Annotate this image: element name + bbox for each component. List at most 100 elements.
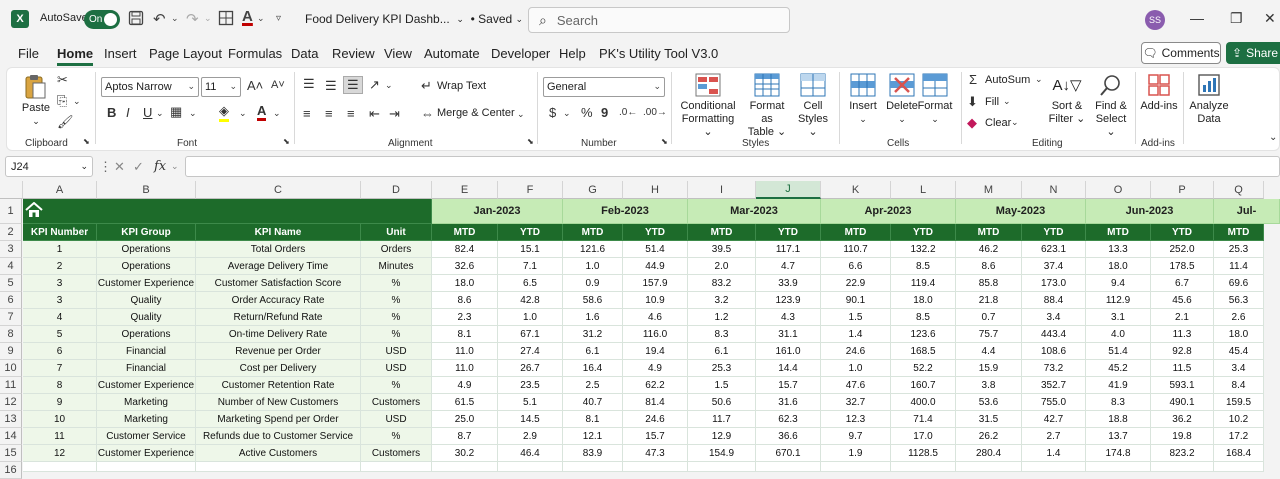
cell-styles-button[interactable]: Cell Styles ⌄ [793,72,833,139]
table-cell[interactable]: 161.0 [756,343,821,360]
table-cell[interactable]: 8.4 [1214,377,1264,394]
row-header-16[interactable]: 16 [0,462,22,479]
table-cell[interactable]: 4.6 [623,309,688,326]
empty-cell[interactable] [1022,462,1086,472]
avatar[interactable]: SS [1145,10,1165,30]
empty-cell[interactable] [688,462,756,472]
row-header-13[interactable]: 13 [0,411,22,428]
table-cell[interactable]: 14.4 [756,360,821,377]
table-cell[interactable]: 6.7 [1151,275,1214,292]
format-cells-button[interactable]: Format ⌄ [915,72,955,126]
table-cell[interactable]: 8.7 [432,428,498,445]
sort-filter-button[interactable]: A↓▽ Sort & Filter ⌄ [1045,72,1089,126]
table-cell[interactable]: 4.7 [756,258,821,275]
table-cell[interactable]: 30.2 [432,445,498,462]
table-cell[interactable]: 18.0 [891,292,956,309]
tab-view[interactable]: View [384,46,412,61]
table-cell[interactable]: 5 [23,326,97,343]
empty-cell[interactable] [97,462,196,472]
table-cell[interactable]: 41.9 [1086,377,1151,394]
row-header-3[interactable]: 3 [0,241,22,258]
table-cell[interactable]: 2.5 [563,377,623,394]
fill-color-icon[interactable]: ◈ [219,103,229,122]
align-left-icon[interactable]: ≡ [303,106,311,121]
table-cell[interactable]: USD [361,411,432,428]
table-cell[interactable]: Customer Satisfaction Score [196,275,361,292]
comma-style-icon[interactable]: 9 [601,105,608,120]
merge-center-label[interactable]: Merge & Center [437,107,515,119]
table-cell[interactable]: Minutes [361,258,432,275]
empty-cell[interactable] [361,462,432,472]
align-bottom-icon[interactable]: ☰ [343,76,363,94]
italic-icon[interactable]: I [126,105,130,120]
table-cell[interactable]: 45.6 [1151,292,1214,309]
table-cell[interactable]: 58.6 [563,292,623,309]
table-cell[interactable]: 92.8 [1151,343,1214,360]
find-select-button[interactable]: Find & Select ⌄ [1091,72,1131,139]
table-cell[interactable]: 14.5 [498,411,563,428]
empty-cell[interactable] [563,462,623,472]
copy-icon[interactable]: ⎘ [57,93,67,109]
table-cell[interactable]: 85.8 [956,275,1022,292]
table-cell[interactable]: 19.4 [623,343,688,360]
table-cell[interactable]: Return/Refund Rate [196,309,361,326]
redo-icon[interactable]: ↷ [186,10,199,28]
minimize-icon[interactable]: — [1190,10,1204,26]
table-cell[interactable]: 12 [23,445,97,462]
table-cell[interactable]: 7.1 [498,258,563,275]
tab-file[interactable]: File [18,46,39,61]
table-cell[interactable]: 2.6 [1214,309,1264,326]
orientation-icon[interactable]: ↗ [369,77,380,93]
table-cell[interactable]: 112.9 [1086,292,1151,309]
table-cell[interactable]: Number of New Customers [196,394,361,411]
increase-font-icon[interactable]: A˄ [247,78,263,93]
table-cell[interactable]: 8.1 [563,411,623,428]
table-cell[interactable]: 8.6 [432,292,498,309]
table-cell[interactable]: 2.3 [432,309,498,326]
table-cell[interactable]: Revenue per Order [196,343,361,360]
table-cell[interactable]: Customers [361,445,432,462]
row-header-2[interactable]: 2 [0,224,22,241]
table-cell[interactable]: 8.1 [432,326,498,343]
enter-icon[interactable]: ✓ [133,159,144,175]
table-cell[interactable]: USD [361,343,432,360]
empty-cell[interactable] [956,462,1022,472]
percent-icon[interactable]: % [581,105,593,120]
table-cell[interactable]: 50.6 [688,394,756,411]
empty-cell[interactable] [623,462,688,472]
tab-pk-s-utility-tool-v3-0[interactable]: PK's Utility Tool V3.0 [599,46,718,61]
table-cell[interactable]: 11.3 [1151,326,1214,343]
clear-dropdown-icon[interactable]: ⌄ [1011,117,1019,128]
column-header-h[interactable]: H [623,181,688,199]
wrap-text-label[interactable]: Wrap Text [437,80,486,92]
table-cell[interactable]: % [361,428,432,445]
autosave-toggle[interactable]: On [84,10,120,29]
table-cell[interactable]: 32.7 [821,394,891,411]
table-cell[interactable]: 1128.5 [891,445,956,462]
table-cell[interactable]: Average Delivery Time [196,258,361,275]
table-cell[interactable]: 11.4 [1214,258,1264,275]
table-cell[interactable]: 53.6 [956,394,1022,411]
table-cell[interactable]: Financial [97,360,196,377]
table-cell[interactable]: 623.1 [1022,241,1086,258]
underline-icon[interactable]: U [143,105,152,120]
table-cell[interactable]: 7 [23,360,97,377]
table-cell[interactable]: Marketing [97,394,196,411]
column-header-q[interactable]: Q [1214,181,1264,199]
table-cell[interactable]: 69.6 [1214,275,1264,292]
font-color-icon[interactable]: A [242,8,253,25]
table-cell[interactable]: 82.4 [432,241,498,258]
table-cell[interactable]: 56.3 [1214,292,1264,309]
comments-button[interactable]: 🗨 Comments [1141,42,1221,64]
tab-page-layout[interactable]: Page Layout [149,46,222,61]
column-header-c[interactable]: C [196,181,361,199]
column-header-b[interactable]: B [97,181,196,199]
table-cell[interactable]: 39.5 [688,241,756,258]
table-cell[interactable]: 47.6 [821,377,891,394]
table-cell[interactable]: 8.3 [1086,394,1151,411]
tab-home[interactable]: Home [57,46,94,66]
document-title[interactable]: Food Delivery KPI Dashb... ⌄ • Saved ⌄ [305,12,523,26]
table-cell[interactable]: 6.1 [688,343,756,360]
table-cell[interactable]: 37.4 [1022,258,1086,275]
row-header-5[interactable]: 5 [0,275,22,292]
